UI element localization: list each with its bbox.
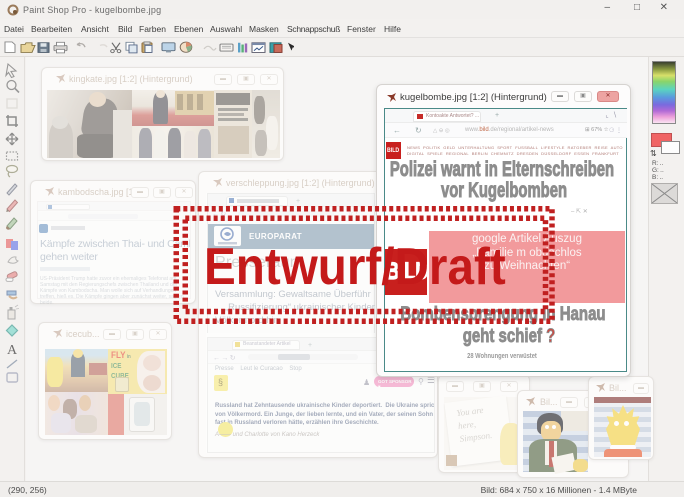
svg-text:A: A [7,343,18,358]
